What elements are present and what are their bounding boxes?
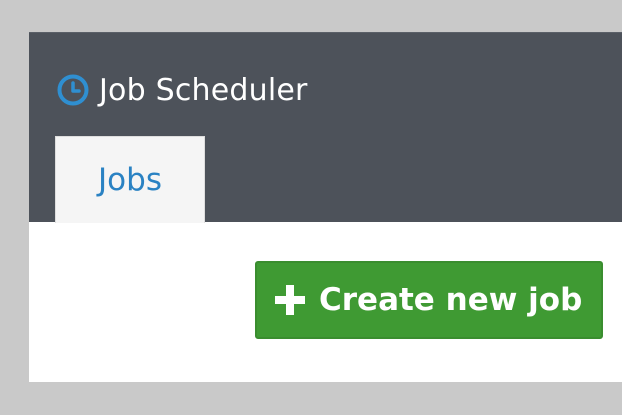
- tab-jobs-label: Jobs: [98, 162, 162, 198]
- plus-icon: [275, 285, 305, 315]
- create-new-job-label: Create new job: [319, 282, 583, 318]
- app-title-bar: Job Scheduler: [56, 70, 308, 110]
- clock-icon: [57, 74, 89, 106]
- app-title: Job Scheduler: [99, 72, 308, 108]
- tab-jobs[interactable]: Jobs: [55, 136, 205, 223]
- app-panel: Job Scheduler Jobs Create new job: [29, 32, 622, 382]
- create-new-job-button[interactable]: Create new job: [255, 261, 603, 339]
- app-header: Job Scheduler Jobs: [29, 32, 622, 223]
